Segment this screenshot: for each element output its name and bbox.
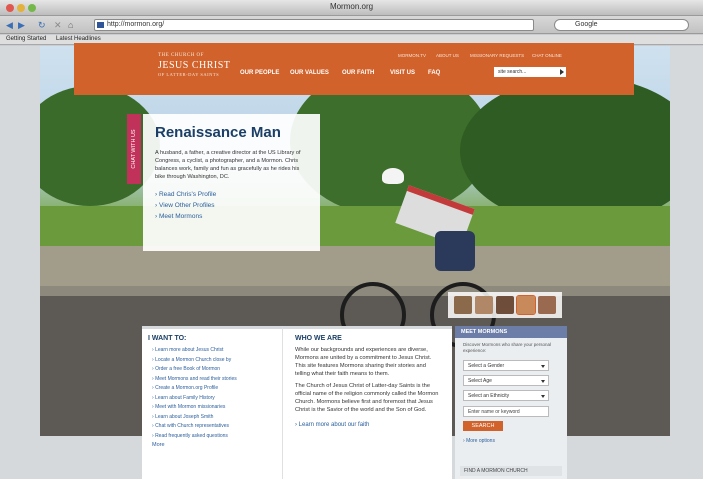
utility-nav: MORMON.TV ABOUT US MISSIONARY REQUESTS C… (74, 53, 634, 61)
keyword-input[interactable]: Enter name or keyword (463, 406, 549, 417)
want-link[interactable]: › Create a Mormon.org Profile (152, 384, 282, 394)
browser-toolbar: ◀ ▶ ↻ ✕ ⌂ http://mormon.org/ Google (0, 16, 703, 34)
nav-visit-us[interactable]: VISIT US (390, 70, 415, 76)
find-church-bar[interactable]: FIND A MORMON CHURCH (460, 466, 562, 476)
gender-select[interactable]: Select a Gender (463, 360, 549, 371)
want-link[interactable]: › Learn about Family History (152, 394, 282, 404)
panel-title: WHO WE ARE (295, 335, 342, 342)
chat-with-us-tab[interactable]: CHAT WITH US (127, 114, 141, 184)
more-options-link[interactable]: › More options (455, 431, 567, 444)
ethnicity-select[interactable]: Select an Ethnicity (463, 390, 549, 401)
want-link[interactable]: › Meet with Mormon missionaries (152, 403, 282, 413)
home-icon[interactable]: ⌂ (68, 19, 73, 31)
want-link[interactable]: › Learn more about Jesus Christ (152, 346, 282, 356)
who-paragraph-2: The Church of Jesus Christ of Latter-day… (295, 383, 439, 413)
tree-shape (40, 86, 160, 206)
chevron-down-icon (541, 365, 545, 368)
search-engine-label: Google (575, 21, 598, 28)
path-shape (40, 246, 670, 286)
window-title: Mormon.org (329, 2, 374, 11)
want-link[interactable]: › Chat with Church representatives (152, 422, 282, 432)
utility-link[interactable]: MORMON.TV (398, 53, 426, 58)
favicon-icon (97, 22, 104, 28)
profile-thumb[interactable] (454, 296, 472, 314)
site-search-input[interactable]: site search... (494, 67, 566, 77)
read-profile-link[interactable]: › Read Chris's Profile (155, 189, 308, 200)
search-button[interactable]: SEARCH (463, 421, 503, 431)
meet-mormons-title: MEET MORMONS (455, 326, 567, 338)
profile-thumb-active[interactable] (516, 295, 536, 315)
meet-mormons-panel: MEET MORMONS Discover Mormons who share … (455, 326, 567, 479)
nav-our-people[interactable]: OUR PEOPLE (240, 70, 279, 76)
want-link[interactable]: › Meet Mormons and read their stories (152, 375, 282, 385)
want-link[interactable]: › Read frequently asked questions (152, 432, 282, 442)
want-more-link[interactable]: More (142, 442, 282, 448)
utility-link[interactable]: ABOUT US (436, 53, 459, 58)
logo-sub-text[interactable]: OF LATTER-DAY SAINTS (158, 72, 219, 77)
search-go-icon[interactable] (560, 69, 564, 75)
forward-icon[interactable]: ▶ (18, 19, 25, 31)
feature-panel: Renaissance Man A husband, a father, a c… (143, 114, 320, 251)
who-we-are-panel: WHO WE ARE While our backgrounds and exp… (282, 326, 452, 479)
nav-our-values[interactable]: OUR VALUES (290, 70, 329, 76)
panel-title: I WANT TO: (148, 335, 187, 342)
age-select[interactable]: Select Age (463, 375, 549, 386)
learn-faith-link[interactable]: › Learn more about our faith (283, 414, 452, 428)
want-link[interactable]: › Learn about Joseph Smith (152, 413, 282, 423)
grass-shape (40, 206, 670, 246)
logo[interactable]: JESUS CHRIST (158, 60, 230, 71)
back-icon[interactable]: ◀ (6, 19, 13, 31)
feature-title: Renaissance Man (155, 124, 281, 141)
cyclist-shorts (435, 231, 475, 271)
meet-description: Discover Mormons who share your personal… (463, 342, 552, 353)
profile-thumb[interactable] (496, 296, 514, 314)
want-link[interactable]: › Order a free Book of Mormon (152, 365, 282, 375)
url-bar[interactable]: http://mormon.org/ (94, 19, 534, 31)
site-header: THE CHURCH OF JESUS CHRIST OF LATTER-DAY… (74, 43, 634, 95)
i-want-to-panel: I WANT TO: › Learn more about Jesus Chri… (142, 326, 282, 479)
bookmark-item[interactable]: Getting Started (6, 36, 46, 42)
tree-shape (460, 76, 670, 226)
site-search-placeholder: site search... (498, 69, 527, 75)
chevron-down-icon (541, 380, 545, 383)
view-profiles-link[interactable]: › View Other Profiles (155, 200, 308, 211)
nav-our-faith[interactable]: OUR FAITH (342, 70, 374, 76)
bookmark-item[interactable]: Latest Headlines (56, 36, 101, 42)
browser-search-field[interactable]: Google (554, 19, 689, 31)
stop-icon[interactable]: ✕ (54, 19, 62, 31)
cyclist-helmet (382, 168, 404, 184)
url-text: http://mormon.org/ (107, 21, 165, 28)
profile-thumbnails (448, 292, 562, 318)
profile-thumb[interactable] (475, 296, 493, 314)
nav-faq[interactable]: FAQ (428, 70, 440, 76)
chevron-down-icon (541, 395, 545, 398)
profile-thumb[interactable] (538, 296, 556, 314)
window-titlebar: Mormon.org (0, 0, 703, 16)
who-paragraph-1: While our backgrounds and experiences ar… (295, 347, 432, 377)
meet-mormons-link[interactable]: › Meet Mormons (155, 211, 308, 222)
utility-link[interactable]: MISSIONARY REQUESTS (470, 53, 524, 58)
feature-body: A husband, a father, a creative director… (155, 150, 301, 180)
reload-icon[interactable]: ↻ (38, 19, 46, 31)
chat-tab-label: CHAT WITH US (131, 129, 137, 169)
utility-link[interactable]: CHAT ONLINE (532, 53, 562, 58)
want-link[interactable]: › Locate a Mormon Church close by (152, 356, 282, 366)
